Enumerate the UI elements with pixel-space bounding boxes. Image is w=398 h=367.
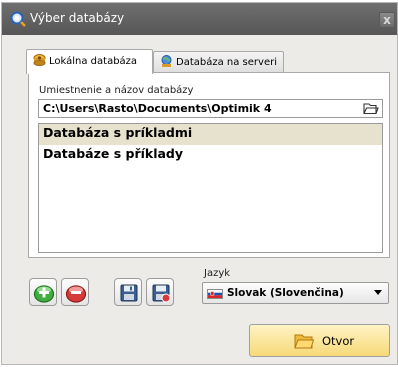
- database-list-item[interactable]: Databáze s příklady: [39, 145, 382, 166]
- database-path-value: C:\Users\Rasto\Documents\Optimik 4: [43, 102, 272, 115]
- tab-local-label: Lokálna databáza: [49, 56, 138, 67]
- add-database-button[interactable]: [29, 278, 57, 306]
- remove-database-button[interactable]: [61, 278, 89, 306]
- open-button-label: Otvor: [322, 334, 355, 348]
- server-database-icon: [160, 55, 173, 67]
- database-list[interactable]: Databáza s príkladmi Databáze s příklady: [38, 123, 383, 253]
- language-label: Jazyk: [204, 268, 231, 279]
- restore-database-button[interactable]: [146, 278, 174, 306]
- database-path-field[interactable]: C:\Users\Rasto\Documents\Optimik 4: [38, 99, 383, 118]
- restore-database-icon: [152, 284, 171, 303]
- browse-folder-icon[interactable]: [363, 102, 379, 115]
- open-button[interactable]: Otvor: [249, 324, 390, 357]
- window-title: Výber databázy: [30, 11, 125, 25]
- slovak-flag-icon: [207, 289, 223, 299]
- close-button[interactable]: x: [379, 12, 395, 28]
- database-list-item[interactable]: Databáza s príkladmi: [39, 124, 382, 145]
- location-label: Umiestnenie a názov databázy: [39, 85, 194, 96]
- tab-server-database[interactable]: Databáza na serveri: [153, 51, 284, 73]
- add-database-icon: [33, 285, 55, 303]
- dialog-window: Výber databázy x Lokálna databáza Databá…: [1, 2, 398, 365]
- tab-local-database[interactable]: Lokálna databáza: [26, 49, 153, 74]
- tab-server-label: Databáza na serveri: [176, 57, 277, 68]
- local-database-icon: [33, 54, 46, 66]
- open-folder-icon: [294, 332, 315, 350]
- local-database-panel: Umiestnenie a názov databázy C:\Users\Ra…: [28, 72, 390, 258]
- language-select[interactable]: Slovak (Slovenčina): [202, 282, 389, 304]
- save-database-button[interactable]: [114, 278, 142, 306]
- database-search-icon: [10, 11, 26, 27]
- save-database-icon: [120, 284, 138, 302]
- remove-database-icon: [65, 285, 87, 303]
- language-selected-value: Slovak (Slovenčina): [227, 287, 344, 299]
- title-bar[interactable]: Výber databázy x: [2, 3, 397, 35]
- chevron-down-icon[interactable]: [374, 290, 382, 295]
